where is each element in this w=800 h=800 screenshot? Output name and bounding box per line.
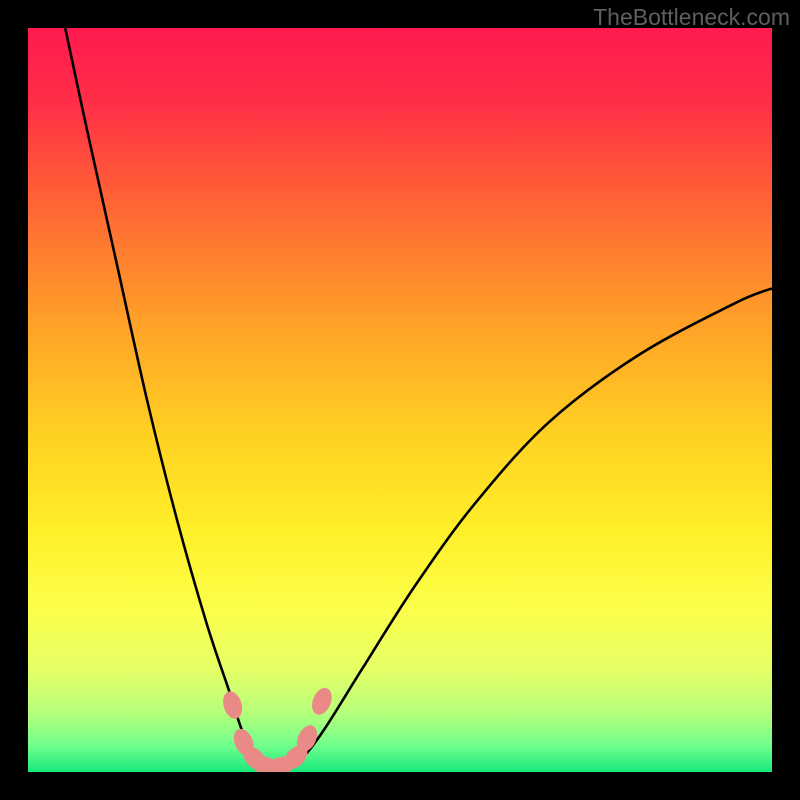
gradient-background	[28, 28, 772, 772]
bottleneck-chart	[28, 28, 772, 772]
watermark-text: TheBottleneck.com	[593, 4, 790, 31]
plot-area	[28, 28, 772, 772]
chart-frame: TheBottleneck.com	[0, 0, 800, 800]
